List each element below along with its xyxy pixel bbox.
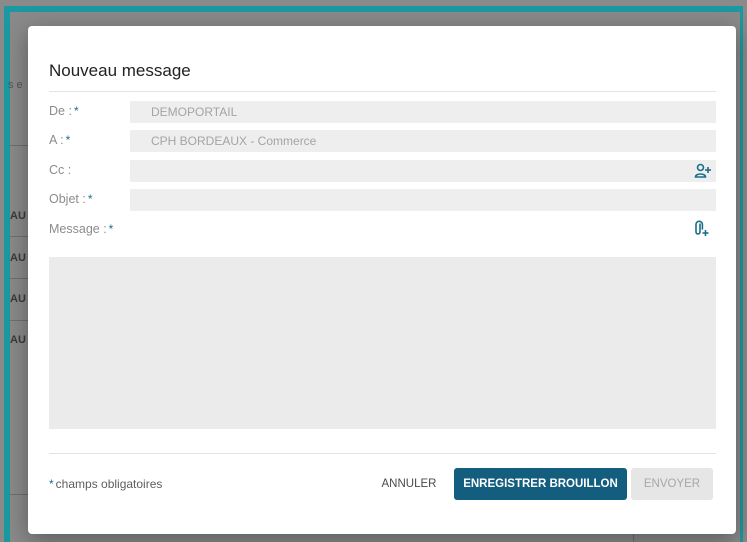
- send-button[interactable]: ENVOYER: [631, 468, 713, 500]
- background-row-label: AU: [10, 252, 26, 264]
- subject-label: Objet : *: [49, 192, 93, 206]
- title-divider: [49, 91, 716, 92]
- subject-input[interactable]: [130, 189, 716, 211]
- required-star: *: [73, 104, 79, 118]
- footer-divider: [49, 453, 716, 454]
- background-row-label: AU: [10, 293, 26, 305]
- message-textarea[interactable]: [49, 257, 716, 429]
- from-row: De : * DEMOPORTAIL: [49, 101, 716, 123]
- attach-file-icon[interactable]: [692, 220, 710, 238]
- required-fields-note: * champs obligatoires: [49, 477, 163, 491]
- background-row-label: AU: [10, 334, 26, 346]
- dialog-title: Nouveau message: [49, 61, 191, 80]
- cc-label: Cc :: [49, 163, 72, 177]
- background-divider: [10, 320, 30, 321]
- background-text: s e: [8, 79, 23, 91]
- required-star: *: [87, 192, 93, 206]
- cc-field[interactable]: [130, 160, 716, 182]
- to-field: CPH BORDEAUX - Commerce: [130, 130, 716, 152]
- cc-row: Cc :: [49, 160, 716, 182]
- save-draft-button[interactable]: ENREGISTRER BROUILLON: [454, 468, 627, 500]
- new-message-dialog: Nouveau message De : * DEMOPORTAIL A : * C…: [28, 26, 736, 534]
- required-star: *: [108, 222, 114, 236]
- from-label: De : *: [49, 104, 79, 118]
- background-divider: [10, 145, 30, 146]
- subject-row: Objet : *: [49, 189, 716, 211]
- required-star: *: [49, 477, 54, 491]
- add-contact-icon[interactable]: [694, 162, 712, 180]
- background-row-label: AU: [10, 210, 26, 222]
- message-row: Message : *: [49, 219, 716, 241]
- to-label: A : *: [49, 133, 71, 147]
- message-label: Message : *: [49, 222, 114, 236]
- background-divider: [10, 494, 30, 495]
- from-field: DEMOPORTAIL: [130, 101, 716, 123]
- background-divider: [10, 278, 30, 279]
- cancel-button[interactable]: ANNULER: [376, 468, 442, 500]
- required-star: *: [65, 133, 71, 147]
- background-divider: [10, 236, 30, 237]
- to-row: A : * CPH BORDEAUX - Commerce: [49, 130, 716, 152]
